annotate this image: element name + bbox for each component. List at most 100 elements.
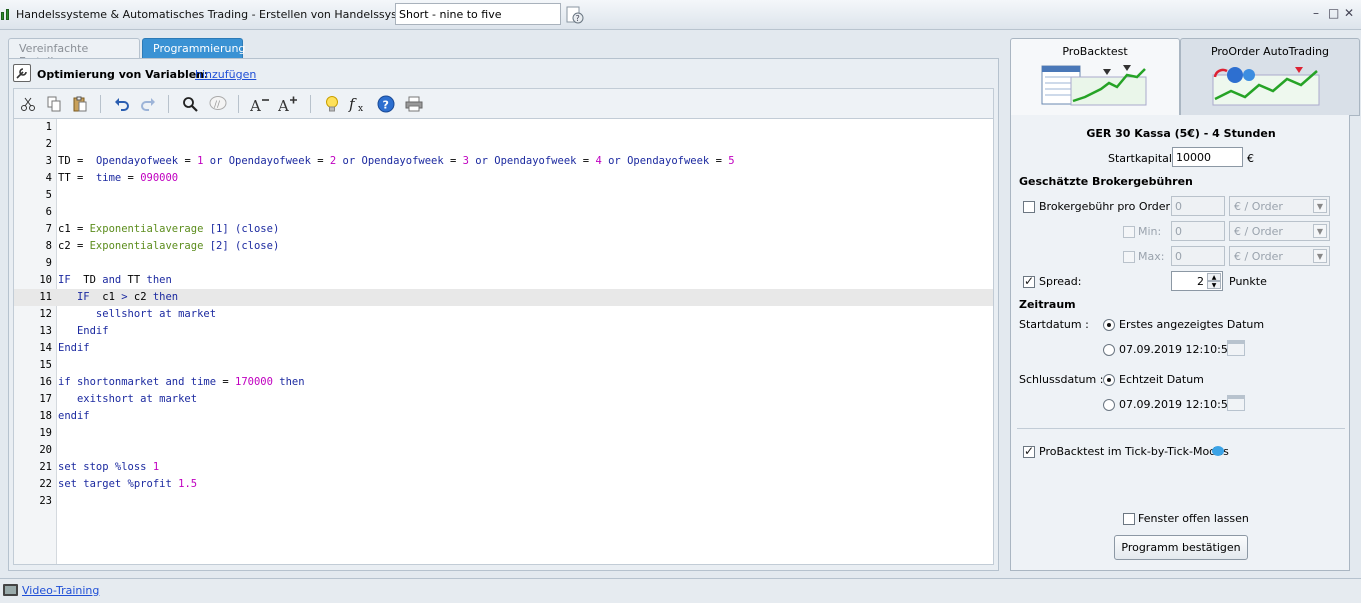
tab-probacktest[interactable]: ProBacktest [1010,38,1180,116]
code-line[interactable]: 19 [14,425,993,442]
code-line[interactable]: 18 endif [14,408,993,425]
spread-spinner[interactable]: 2 ▲ ▼ [1171,271,1223,291]
help-document-icon[interactable]: ? [565,5,585,25]
film-icon [3,584,18,596]
min-fee-input[interactable] [1171,221,1225,241]
startkapital-input[interactable] [1172,147,1243,167]
broker-fee-unit-select[interactable]: € / Order ▼ [1229,196,1330,216]
code-token: [2] [203,240,236,252]
code-line[interactable]: 9 [14,255,993,272]
system-name-input[interactable] [395,3,561,25]
max-fee-checkbox[interactable] [1123,251,1135,263]
code-line[interactable]: 13 Endif [14,323,993,340]
code-token: 090000 [140,172,179,184]
code-line[interactable]: 21 set stop %loss 1 [14,459,993,476]
code-line[interactable]: 15 [14,357,993,374]
lightbulb-icon[interactable] [322,94,342,114]
minimize-button[interactable]: – [1313,6,1319,20]
max-fee-input[interactable] [1171,246,1225,266]
paste-icon[interactable] [70,94,90,114]
video-training-link[interactable]: Video-Training [22,584,99,597]
code-line[interactable]: 1 [14,119,993,136]
code-token: time [95,172,122,184]
function-icon[interactable]: fx [348,94,368,114]
code-token: = [709,155,729,167]
code-line[interactable]: 20 [14,442,993,459]
start-first-date-radio[interactable] [1103,319,1115,331]
end-realtime-label: Echtzeit Datum [1119,373,1204,386]
search-icon[interactable] [180,94,200,114]
line-number: 2 [45,138,52,150]
svg-text://: // [214,100,221,110]
backtest-tabs: ProBacktest ProOrder AutoTrading [1010,38,1360,116]
spread-unit-label: Punkte [1229,275,1267,288]
tick-by-tick-checkbox[interactable] [1023,444,1035,458]
code-line[interactable]: 3 TD = Opendayofweek = 1 or Opendayofweek… [14,153,993,170]
calendar-icon[interactable] [1227,395,1245,411]
code-text: TD = Opendayofweek = 1 or Opendayofweek … [58,153,735,170]
maximize-button[interactable]: □ [1328,6,1339,20]
code-line[interactable]: 22 set target %profit 1.5 [14,476,993,493]
code-line[interactable]: 8 c2 = Exponentialaverage [2] (close) [14,238,993,255]
code-line[interactable]: 2 [14,136,993,153]
code-editor[interactable]: 1 2 3 TD = Opendayofweek = 1 or Opendayofwe… [13,118,994,565]
calendar-icon[interactable] [1227,340,1245,356]
line-number: 6 [45,206,52,218]
code-token: Opendayofweek [361,155,444,167]
code-line[interactable]: 7 c1 = Exponentialaverage [1] (close) [14,221,993,238]
line-number: 4 [45,172,52,184]
broker-fee-input[interactable] [1171,196,1225,216]
comment-icon[interactable]: // [208,94,228,114]
code-token: c2 = [58,240,90,252]
line-number: 23 [39,495,52,507]
copy-icon[interactable] [44,94,64,114]
broker-fee-checkbox[interactable] [1023,201,1035,213]
cut-icon[interactable] [18,94,38,114]
spread-checkbox[interactable] [1023,274,1035,288]
end-custom-date-radio[interactable] [1103,399,1115,411]
code-text: c1 = Exponentialaverage [1] (close) [58,221,279,238]
code-line[interactable]: 11 IF c1 > c2 then [14,289,993,306]
redo-icon[interactable] [138,94,158,114]
startkapital-label: Startkapital : [1108,152,1180,165]
code-token: or [336,155,362,167]
max-fee-unit-select[interactable]: € / Order ▼ [1229,246,1330,266]
tab-programming[interactable]: Programmierung [142,38,245,58]
line-number: 3 [45,155,52,167]
close-button[interactable]: ✕ [1344,6,1354,20]
confirm-program-button[interactable]: Programm bestätigen [1114,535,1248,560]
info-bubble-icon[interactable] [1212,446,1224,456]
code-line[interactable]: 4 TT = time = 090000 [14,170,993,187]
code-line[interactable]: 16 if shortonmarket and time = 170000 the… [14,374,993,391]
code-line[interactable]: 12 sellshort at market [14,306,993,323]
spinner-down-icon[interactable]: ▼ [1207,281,1221,289]
optimization-label: Optimierung von Variablen: [37,68,209,81]
undo-icon[interactable] [112,94,132,114]
min-fee-checkbox[interactable] [1123,226,1135,238]
keep-window-open-checkbox[interactable] [1123,513,1135,525]
min-fee-unit-select[interactable]: € / Order ▼ [1229,221,1330,241]
spinner-up-icon[interactable]: ▲ [1207,273,1221,281]
code-line[interactable]: 14 Endif [14,340,993,357]
tab-proorder-autotrading[interactable]: ProOrder AutoTrading [1180,38,1360,116]
help-icon[interactable]: ? [376,94,396,114]
code-line[interactable]: 10 IF TD and TT then [14,272,993,289]
code-line[interactable]: 6 [14,204,993,221]
code-line[interactable]: 17 exitshort at market [14,391,993,408]
add-variable-link[interactable]: hinzufügen [195,68,256,81]
print-icon[interactable] [404,94,424,114]
code-line[interactable]: 5 [14,187,993,204]
font-increase-icon[interactable]: A [278,94,298,114]
code-text: sellshort at market [58,306,216,323]
schlussdatum-label: Schlussdatum : [1019,373,1104,386]
spread-label: Spread: [1039,275,1082,288]
code-text: TT = time = 090000 [58,170,178,187]
code-token: set target %profit [58,478,172,490]
line-number: 5 [45,189,52,201]
broker-fees-header: Geschätzte Brokergebühren [1019,175,1193,188]
tab-simplified-creation[interactable]: Vereinfachte Erstellung [8,38,140,68]
font-decrease-icon[interactable]: A [250,94,270,114]
code-line[interactable]: 23 [14,493,993,510]
start-custom-date-radio[interactable] [1103,344,1115,356]
end-realtime-radio[interactable] [1103,374,1115,386]
